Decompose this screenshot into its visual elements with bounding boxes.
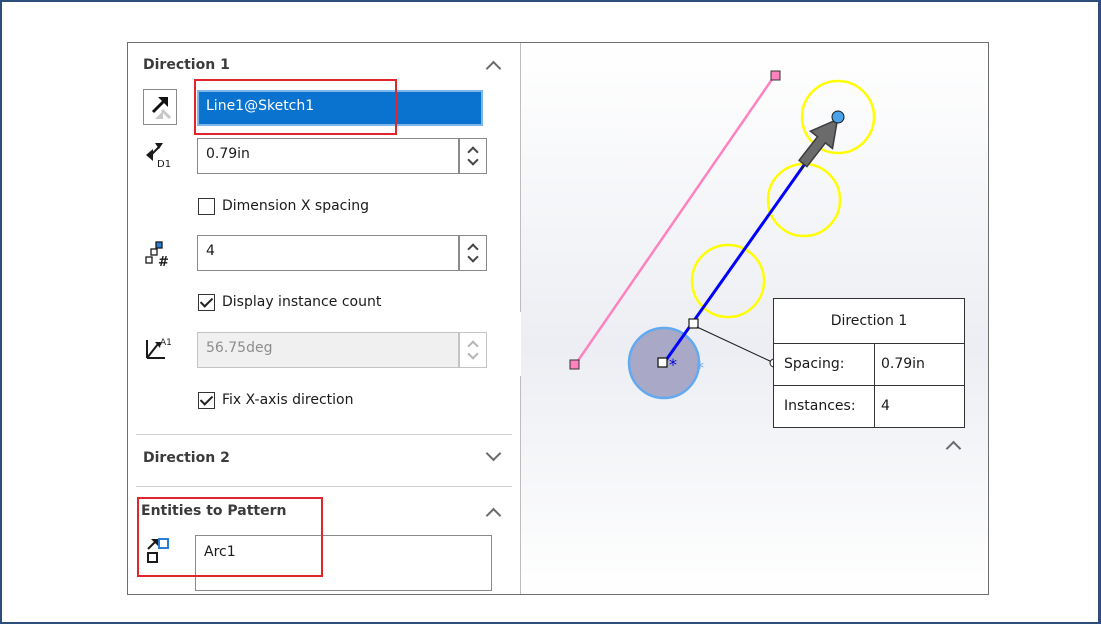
fix-x-axis-label: Fix X-axis direction xyxy=(222,392,354,408)
dimension-x-spacing-checkbox[interactable] xyxy=(198,198,215,215)
chevron-up-icon[interactable] xyxy=(485,60,502,77)
instances-input[interactable]: 4 xyxy=(197,235,459,271)
direction-callout[interactable]: Direction 1 Spacing: 0.79in Instances: 4 xyxy=(773,298,965,428)
callout-spacing-value[interactable]: 0.79in xyxy=(881,356,925,372)
reverse-direction-icon xyxy=(151,97,172,120)
svg-text:A1: A1 xyxy=(160,338,172,348)
svg-text:#: # xyxy=(158,255,169,269)
end-point[interactable] xyxy=(831,110,845,124)
endpoint-marker[interactable] xyxy=(569,359,580,370)
divider xyxy=(136,486,512,487)
construction-line[interactable] xyxy=(573,74,777,366)
angle-spinner xyxy=(459,332,487,368)
midpoint-marker[interactable] xyxy=(688,318,699,329)
spacing-spinner[interactable] xyxy=(459,138,487,174)
center-point-marker[interactable] xyxy=(657,357,668,368)
callout-instances-value[interactable]: 4 xyxy=(881,398,890,414)
direction2-title[interactable]: Direction 2 xyxy=(143,450,230,466)
angle-input: 56.75deg xyxy=(197,332,459,368)
fix-x-axis-checkbox[interactable] xyxy=(198,392,215,409)
callout-instances-row[interactable]: Instances: 4 xyxy=(774,385,964,428)
direction1-title: Direction 1 xyxy=(143,57,230,73)
leader-line xyxy=(696,326,773,363)
display-instance-count-label: Display instance count xyxy=(222,294,382,310)
chevron-up-icon[interactable] xyxy=(485,507,502,524)
instances-spinner[interactable] xyxy=(459,235,487,271)
spacing-icon: D1 xyxy=(146,143,171,169)
highlight-direction-box xyxy=(194,79,397,135)
callout-spacing-row[interactable]: Spacing: 0.79in xyxy=(774,343,964,386)
reverse-direction-button[interactable] xyxy=(143,89,177,125)
chevron-down-icon[interactable] xyxy=(485,445,502,462)
property-manager: Direction 1 Line1@Sketch1 D1 0.79in Dime… xyxy=(128,43,520,594)
spacing-input[interactable]: 0.79in xyxy=(197,138,459,174)
center-asterisk: * xyxy=(669,355,677,374)
display-instance-count-checkbox[interactable] xyxy=(198,294,215,311)
svg-text:D1: D1 xyxy=(157,159,171,169)
divider xyxy=(136,434,512,435)
highlight-entities-box xyxy=(137,497,323,577)
callout-spacing-value-box[interactable]: 0.79in xyxy=(874,343,964,386)
callout-instances-label: Instances: xyxy=(784,398,856,414)
endpoint-marker[interactable] xyxy=(770,70,781,81)
dimension-x-spacing-label: Dimension X spacing xyxy=(222,198,370,214)
callout-spacing-label: Spacing: xyxy=(784,356,845,372)
center-asterisk: * xyxy=(696,358,704,377)
angle-icon: A1 xyxy=(146,338,172,359)
callout-instances-value-box[interactable]: 4 xyxy=(874,385,964,428)
callout-title: Direction 1 xyxy=(830,313,908,329)
screenshot-area: Direction 1 Line1@Sketch1 D1 0.79in Dime… xyxy=(127,42,989,595)
instances-icon: # xyxy=(145,241,169,269)
